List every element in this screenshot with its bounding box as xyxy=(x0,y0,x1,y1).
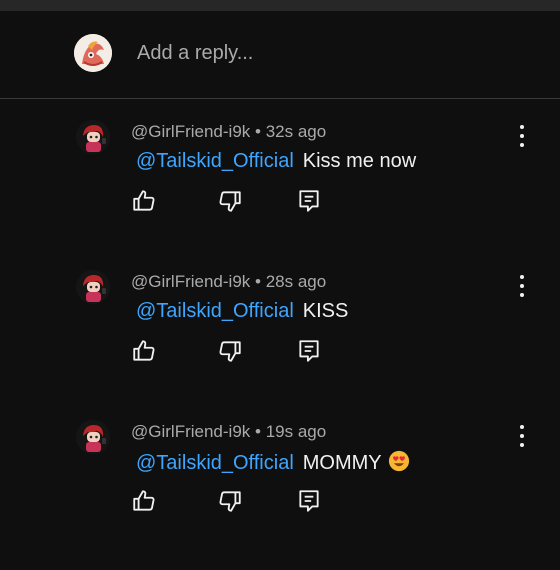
dislike-button[interactable] xyxy=(217,188,243,214)
comment-body: KISS xyxy=(302,300,349,322)
reply-input[interactable] xyxy=(137,42,517,65)
dislike-button[interactable] xyxy=(217,488,243,514)
like-button[interactable] xyxy=(131,338,157,364)
divider xyxy=(0,98,560,99)
reply-button[interactable] xyxy=(296,188,322,214)
top-strip xyxy=(0,0,560,11)
like-icon xyxy=(133,490,155,511)
dislike-icon xyxy=(219,491,241,512)
comment-text: @Tailskid_Official KISS xyxy=(136,300,348,323)
reply-composer xyxy=(0,11,560,98)
comment-time[interactable]: 28s ago xyxy=(266,272,327,291)
like-button[interactable] xyxy=(131,188,157,214)
reply-icon xyxy=(299,490,319,512)
reply-icon xyxy=(299,340,319,362)
meta-separator: • xyxy=(255,122,261,141)
dislike-icon xyxy=(219,191,241,212)
comment-item: @GirlFriend-i9k • 32s ago @Tailskid_Offi… xyxy=(0,120,560,270)
comment-time[interactable]: 19s ago xyxy=(266,422,327,441)
like-button[interactable] xyxy=(131,488,157,514)
comment-item: @GirlFriend-i9k • 19s ago @Tailskid_Offi… xyxy=(0,420,560,570)
comment-meta: @GirlFriend-i9k • 19s ago xyxy=(131,422,326,442)
comment-text: @Tailskid_Official MOMMY xyxy=(136,450,410,475)
mention-link[interactable]: @Tailskid_Official xyxy=(136,452,294,474)
reply-button[interactable] xyxy=(296,338,322,364)
meta-separator: • xyxy=(255,272,261,291)
like-icon xyxy=(133,340,155,361)
commenter-avatar[interactable] xyxy=(76,420,110,454)
mention-link[interactable]: @Tailskid_Official xyxy=(136,300,294,322)
comment-time[interactable]: 32s ago xyxy=(266,122,327,141)
heart-eyes-emoji-icon xyxy=(388,450,409,472)
reply-button[interactable] xyxy=(296,488,322,514)
mention-link[interactable]: @Tailskid_Official xyxy=(136,150,294,172)
comment-meta: @GirlFriend-i9k • 28s ago xyxy=(131,272,326,292)
comment-meta: @GirlFriend-i9k • 32s ago xyxy=(131,122,326,142)
comment-author[interactable]: @GirlFriend-i9k xyxy=(131,272,250,291)
comment-body: Kiss me now xyxy=(302,150,417,172)
dislike-button[interactable] xyxy=(217,338,243,364)
meta-separator: • xyxy=(255,422,261,441)
comment-author[interactable]: @GirlFriend-i9k xyxy=(131,122,250,141)
comment-author[interactable]: @GirlFriend-i9k xyxy=(131,422,250,441)
reply-icon xyxy=(299,190,319,212)
comment-item: @GirlFriend-i9k • 28s ago @Tailskid_Offi… xyxy=(0,270,560,420)
more-vert-icon[interactable] xyxy=(510,270,534,300)
commenter-avatar[interactable] xyxy=(76,120,110,154)
comment-body: MOMMY xyxy=(302,452,382,474)
commenter-avatar[interactable] xyxy=(76,270,110,304)
dislike-icon xyxy=(219,341,241,362)
comment-text: @Tailskid_Official Kiss me now xyxy=(136,150,416,173)
more-vert-icon[interactable] xyxy=(510,420,534,450)
user-avatar xyxy=(74,34,112,72)
like-icon xyxy=(133,190,155,211)
more-vert-icon[interactable] xyxy=(510,120,534,150)
